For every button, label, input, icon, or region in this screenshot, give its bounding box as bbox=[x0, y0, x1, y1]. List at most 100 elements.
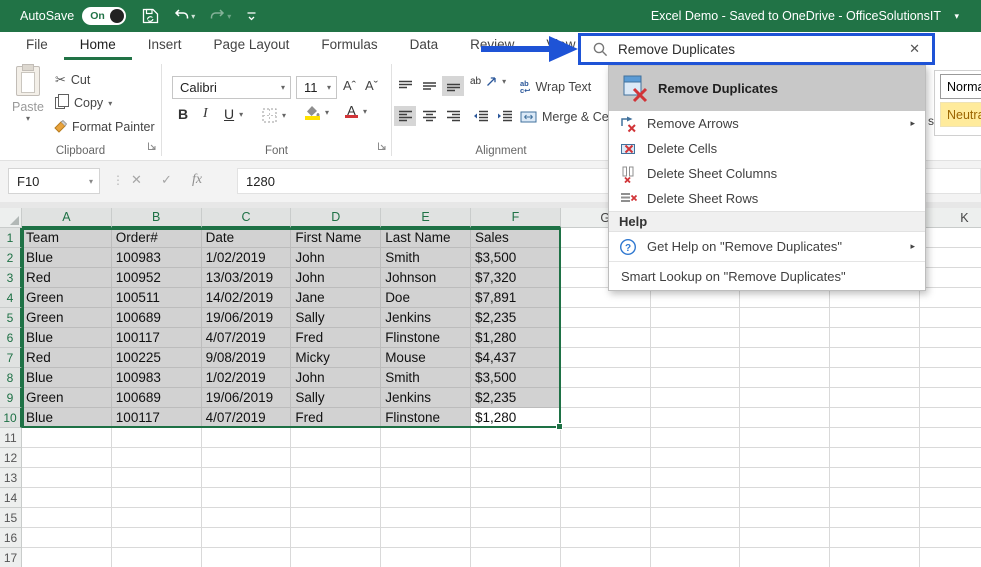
cell-K4[interactable] bbox=[920, 288, 981, 308]
cell-J10[interactable] bbox=[830, 408, 920, 428]
increase-font-size-button[interactable]: Aˆ bbox=[343, 78, 356, 93]
cell-F8[interactable]: $3,500 bbox=[471, 368, 561, 388]
copy-caret[interactable]: ▾ bbox=[108, 99, 112, 108]
cell-J15[interactable] bbox=[830, 508, 920, 528]
cell-C12[interactable] bbox=[202, 448, 292, 468]
cell-A15[interactable] bbox=[22, 508, 112, 528]
cell-G6[interactable] bbox=[561, 328, 651, 348]
cell-J17[interactable] bbox=[830, 548, 920, 567]
cell-A13[interactable] bbox=[22, 468, 112, 488]
cell-C9[interactable]: 19/06/2019 bbox=[202, 388, 292, 408]
cell-F9[interactable]: $2,235 bbox=[471, 388, 561, 408]
cell-G11[interactable] bbox=[561, 428, 651, 448]
cell-J6[interactable] bbox=[830, 328, 920, 348]
cell-K15[interactable] bbox=[920, 508, 981, 528]
decrease-indent-button[interactable] bbox=[470, 106, 492, 126]
menu-item-delete-sheet-rows[interactable]: Delete Sheet Rows bbox=[609, 186, 925, 211]
cell-I4[interactable] bbox=[740, 288, 830, 308]
cell-H4[interactable] bbox=[651, 288, 741, 308]
row-header-11[interactable]: 11 bbox=[0, 428, 22, 448]
menu-item-remove-arrows[interactable]: Remove Arrows ▸ bbox=[609, 111, 925, 136]
format-painter-button[interactable]: Format Painter bbox=[53, 120, 155, 134]
cell-A10[interactable]: Blue bbox=[22, 408, 112, 428]
cell-E4[interactable]: Doe bbox=[381, 288, 471, 308]
cell-E15[interactable] bbox=[381, 508, 471, 528]
column-header-F[interactable]: F bbox=[471, 208, 561, 228]
cell-B1[interactable]: Order# bbox=[112, 228, 202, 248]
cell-J5[interactable] bbox=[830, 308, 920, 328]
cell-G9[interactable] bbox=[561, 388, 651, 408]
select-all-corner[interactable] bbox=[0, 208, 22, 228]
cell-H13[interactable] bbox=[651, 468, 741, 488]
document-title-caret[interactable]: ▾ bbox=[954, 0, 959, 32]
cell-F12[interactable] bbox=[471, 448, 561, 468]
menu-item-smart-lookup[interactable]: Smart Lookup on "Remove Duplicates" bbox=[609, 261, 925, 290]
wrap-text-button[interactable]: abc↩ Wrap Text bbox=[520, 80, 591, 94]
cell-E3[interactable]: Johnson bbox=[381, 268, 471, 288]
align-right-button[interactable] bbox=[442, 106, 464, 126]
search-close-icon[interactable]: ✕ bbox=[909, 41, 920, 57]
cell-J13[interactable] bbox=[830, 468, 920, 488]
cell-E2[interactable]: Smith bbox=[381, 248, 471, 268]
cell-C14[interactable] bbox=[202, 488, 292, 508]
row-header-15[interactable]: 15 bbox=[0, 508, 22, 528]
underline-caret[interactable]: ▾ bbox=[239, 110, 243, 119]
column-header-A[interactable]: A bbox=[22, 208, 112, 228]
align-center-button[interactable] bbox=[418, 106, 440, 126]
tab-formulas[interactable]: Formulas bbox=[305, 32, 393, 60]
cell-A5[interactable]: Green bbox=[22, 308, 112, 328]
cell-B12[interactable] bbox=[112, 448, 202, 468]
cell-I7[interactable] bbox=[740, 348, 830, 368]
menu-item-remove-duplicates[interactable]: Remove Duplicates bbox=[609, 66, 925, 111]
cell-C4[interactable]: 14/02/2019 bbox=[202, 288, 292, 308]
cell-E7[interactable]: Mouse bbox=[381, 348, 471, 368]
save-button[interactable] bbox=[142, 8, 159, 24]
cell-J9[interactable] bbox=[830, 388, 920, 408]
cell-G13[interactable] bbox=[561, 468, 651, 488]
cell-B3[interactable]: 100952 bbox=[112, 268, 202, 288]
cell-F2[interactable]: $3,500 bbox=[471, 248, 561, 268]
cell-D11[interactable] bbox=[291, 428, 381, 448]
row-header-8[interactable]: 8 bbox=[0, 368, 22, 388]
column-header-D[interactable]: D bbox=[291, 208, 381, 228]
cell-F4[interactable]: $7,891 bbox=[471, 288, 561, 308]
cell-J11[interactable] bbox=[830, 428, 920, 448]
tab-data[interactable]: Data bbox=[394, 32, 455, 60]
cell-A6[interactable]: Blue bbox=[22, 328, 112, 348]
cell-G7[interactable] bbox=[561, 348, 651, 368]
cell-F14[interactable] bbox=[471, 488, 561, 508]
cell-D6[interactable]: Fred bbox=[291, 328, 381, 348]
cell-G15[interactable] bbox=[561, 508, 651, 528]
cell-J16[interactable] bbox=[830, 528, 920, 548]
cell-I11[interactable] bbox=[740, 428, 830, 448]
cell-C7[interactable]: 9/08/2019 bbox=[202, 348, 292, 368]
cell-style-neutral[interactable]: Neutra bbox=[940, 102, 981, 127]
cell-E17[interactable] bbox=[381, 548, 471, 567]
cell-E1[interactable]: Last Name bbox=[381, 228, 471, 248]
font-size-select[interactable]: 11 ▾ bbox=[296, 76, 337, 99]
customize-quick-access-button[interactable] bbox=[246, 11, 257, 22]
insert-function-button[interactable]: fx bbox=[192, 172, 202, 188]
cell-H15[interactable] bbox=[651, 508, 741, 528]
cell-G16[interactable] bbox=[561, 528, 651, 548]
cell-G12[interactable] bbox=[561, 448, 651, 468]
autosave-toggle[interactable]: On bbox=[82, 7, 126, 25]
name-box[interactable]: F10 ▾ bbox=[8, 168, 100, 194]
cell-B6[interactable]: 100117 bbox=[112, 328, 202, 348]
cell-B15[interactable] bbox=[112, 508, 202, 528]
cell-I14[interactable] bbox=[740, 488, 830, 508]
cell-I13[interactable] bbox=[740, 468, 830, 488]
cell-K5[interactable] bbox=[920, 308, 981, 328]
cell-C10[interactable]: 4/07/2019 bbox=[202, 408, 292, 428]
align-left-button[interactable] bbox=[394, 106, 416, 126]
cell-C1[interactable]: Date bbox=[202, 228, 292, 248]
cell-B5[interactable]: 100689 bbox=[112, 308, 202, 328]
cell-I10[interactable] bbox=[740, 408, 830, 428]
cell-D17[interactable] bbox=[291, 548, 381, 567]
cell-style-normal[interactable]: Norma bbox=[940, 74, 981, 99]
cell-D14[interactable] bbox=[291, 488, 381, 508]
cell-H6[interactable] bbox=[651, 328, 741, 348]
cell-E12[interactable] bbox=[381, 448, 471, 468]
cell-A4[interactable]: Green bbox=[22, 288, 112, 308]
cell-C15[interactable] bbox=[202, 508, 292, 528]
